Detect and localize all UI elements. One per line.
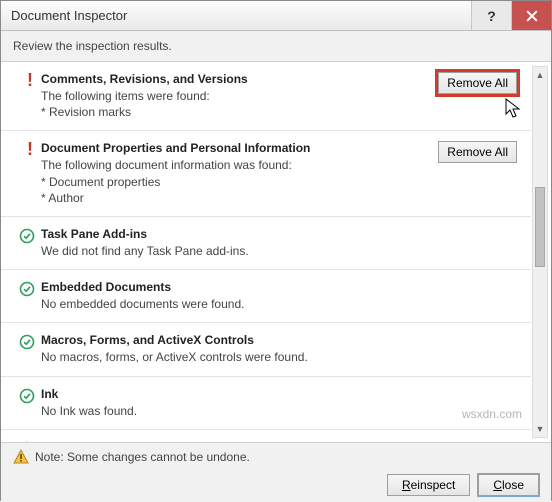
section-title: Macros, Forms, and ActiveX Controls: [41, 333, 427, 347]
alert-icon: !: [19, 142, 41, 156]
section-title: Comments, Revisions, and Versions: [41, 72, 427, 86]
result-section: !Comments, Revisions, and Versions The fo…: [1, 62, 531, 131]
check-icon: [19, 233, 35, 247]
section-title: Embedded Documents: [41, 280, 427, 294]
results-panel: !Comments, Revisions, and VersionsThe fo…: [1, 62, 551, 442]
check-icon: [19, 339, 35, 353]
scroll-up-arrow-icon[interactable]: ▲: [533, 67, 547, 83]
section-body: The following document information was f…: [41, 157, 427, 206]
remove-all-button[interactable]: Remove All: [438, 72, 517, 94]
remove-all-button[interactable]: Remove All: [438, 141, 517, 163]
instruction-text: Review the inspection results.: [1, 31, 551, 62]
section-body: We did not find any Task Pane add-ins.: [41, 243, 427, 259]
section-body: No embedded documents were found.: [41, 296, 427, 312]
result-section: Ink No Ink was found.: [1, 377, 531, 430]
alert-icon: !: [19, 73, 41, 87]
section-body: The following items were found:* Revisio…: [41, 88, 427, 120]
section-body: No Ink was found.: [41, 403, 427, 419]
result-section: Embedded Documents No embedded documents …: [1, 270, 531, 323]
window-title: Document Inspector: [11, 8, 471, 23]
section-title: Task Pane Add-ins: [41, 227, 427, 241]
close-button[interactable]: Close: [478, 474, 539, 496]
reinspect-button[interactable]: Reinspect: [387, 474, 470, 496]
section-title: Document Properties and Personal Informa…: [41, 141, 427, 155]
scrollbar-thumb[interactable]: [535, 187, 545, 267]
close-window-button[interactable]: [511, 1, 551, 30]
dialog-footer: Note: Some changes cannot be undone. Rei…: [1, 442, 551, 502]
result-section: Macros, Forms, and ActiveX Controls No ma…: [1, 323, 531, 376]
section-title: Ink: [41, 387, 427, 401]
warning-icon: [13, 449, 29, 465]
vertical-scrollbar[interactable]: ▲ ▼: [532, 66, 548, 438]
result-section: Task Pane Add-ins We did not find any Tas…: [1, 217, 531, 270]
result-section: Collapsed Headings: [1, 430, 531, 442]
scroll-down-arrow-icon[interactable]: ▼: [533, 421, 547, 437]
help-button[interactable]: ?: [471, 1, 511, 30]
footer-note: Note: Some changes cannot be undone.: [13, 449, 539, 465]
footer-note-text: Note: Some changes cannot be undone.: [35, 450, 250, 464]
result-section: !Document Properties and Personal Inform…: [1, 131, 531, 217]
section-title: Collapsed Headings: [41, 440, 427, 442]
close-icon: [526, 10, 538, 22]
title-bar: Document Inspector ?: [1, 1, 551, 31]
check-icon: [19, 286, 35, 300]
section-body: No macros, forms, or ActiveX controls we…: [41, 349, 427, 365]
check-icon: [19, 393, 35, 407]
